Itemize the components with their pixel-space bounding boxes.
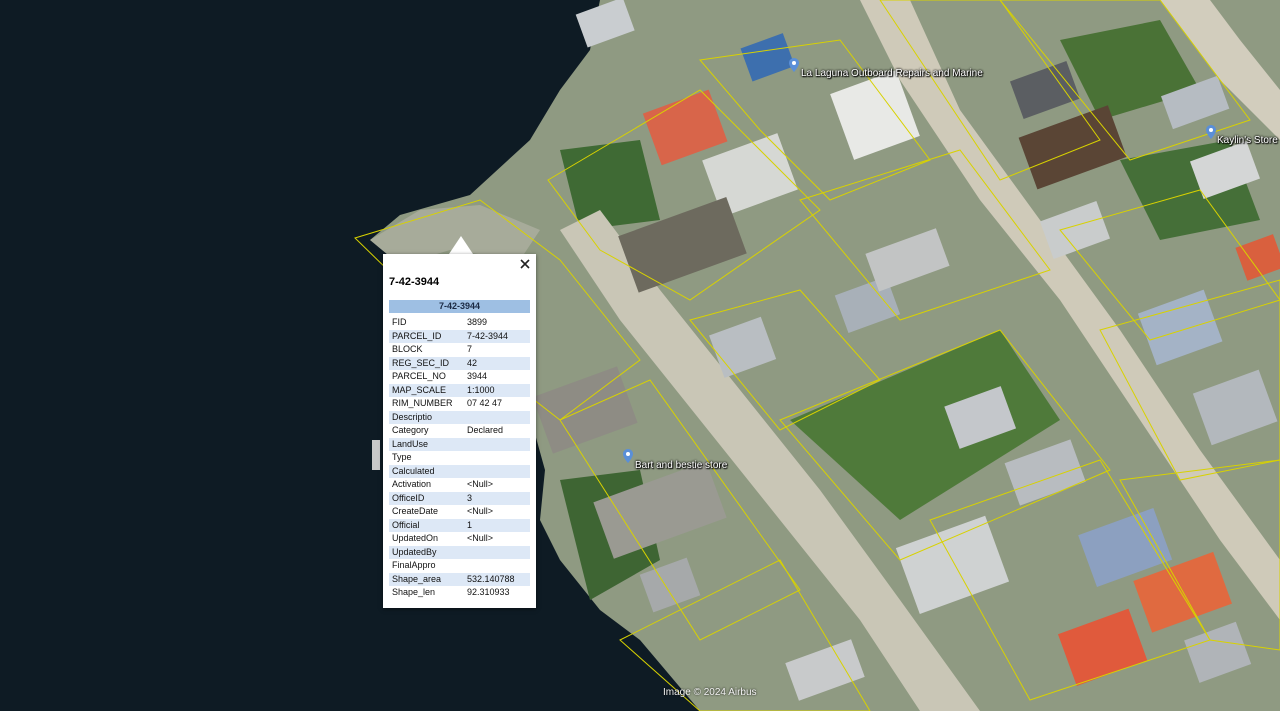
attribute-value: 3899 <box>467 317 488 327</box>
attribute-key: PARCEL_ID <box>389 329 464 343</box>
attribute-row: BLOCK 7 <box>389 343 530 357</box>
attribute-row: FinalAppro <box>389 559 530 573</box>
attribute-row: PARCEL_ID 7-42-3944 <box>389 329 530 343</box>
attribute-row: OfficeID 3 <box>389 491 530 505</box>
attribute-value: 7-42-3944 <box>464 329 530 343</box>
popup-pointer <box>449 236 473 254</box>
popup-title: 7-42-3944 <box>389 276 440 288</box>
attribute-key: OfficeID <box>389 491 464 505</box>
attribute-key: UpdatedBy <box>389 545 464 559</box>
attribute-value: <Null> <box>467 506 494 516</box>
attribute-key: RIM_NUMBER <box>392 398 453 408</box>
attribute-key: Official <box>389 518 464 532</box>
location-pin-icon[interactable] <box>623 449 633 463</box>
attribute-value: 92.310933 <box>467 587 510 597</box>
attribute-row: Type <box>389 451 530 465</box>
attribute-key: Activation <box>392 479 432 489</box>
satellite-map[interactable] <box>0 0 1280 711</box>
attribute-value: 3 <box>464 491 530 505</box>
attribute-row: Descriptio <box>389 410 530 424</box>
attribute-row: UpdatedOn <Null> <box>389 532 530 546</box>
attribute-row: CreateDate <Null> <box>389 505 530 519</box>
close-icon[interactable] <box>518 257 532 271</box>
attribute-key: MAP_SCALE <box>389 383 464 397</box>
popup-table-header: 7-42-3944 <box>389 300 530 313</box>
attribute-row: UpdatedBy <box>389 545 530 559</box>
attribute-value: 07 42 47 <box>467 398 503 408</box>
attribute-key: BLOCK <box>392 344 423 354</box>
attribute-value: 3944 <box>467 371 488 381</box>
attribute-value <box>464 451 530 465</box>
attribute-row: FID 3899 <box>389 316 530 330</box>
attribute-value: <Null> <box>467 479 494 489</box>
place-label-bart-and-bestie-store[interactable]: Bart and bestie store <box>635 460 727 471</box>
attribute-key: UpdatedOn <box>392 533 439 543</box>
attribute-row: Shape_area 532.140788 <box>389 572 530 586</box>
attribute-value <box>464 545 530 559</box>
attribute-key: FID <box>392 317 407 327</box>
location-pin-icon[interactable] <box>789 58 799 72</box>
attribute-key: Shape_area <box>389 572 464 586</box>
attribute-key: REG_SEC_ID <box>389 356 464 370</box>
attribute-value: 42 <box>464 356 530 370</box>
attribute-key: Category <box>392 425 429 435</box>
attribute-key: Shape_len <box>392 587 436 597</box>
attribute-row: Activation <Null> <box>389 478 530 492</box>
attribute-value: 1:1000 <box>464 383 530 397</box>
attribute-value <box>464 410 530 424</box>
attribute-value <box>464 464 530 478</box>
attribute-key: PARCEL_NO <box>392 371 446 381</box>
attribute-row: RIM_NUMBER 07 42 47 <box>389 397 530 411</box>
attribute-key: FinalAppro <box>392 560 436 570</box>
dock <box>372 440 380 470</box>
attribute-row: MAP_SCALE 1:1000 <box>389 383 530 397</box>
attribute-value: 7 <box>467 344 473 354</box>
attribute-row: Category Declared <box>389 424 530 438</box>
attribute-key: Calculated <box>389 464 464 478</box>
place-label-outboard-repairs[interactable]: La Laguna Outboard Repairs and Marine <box>801 68 983 79</box>
attribute-key: Descriptio <box>389 410 464 424</box>
place-label-kaylins-store[interactable]: Kaylin's Store <box>1217 135 1278 146</box>
attribute-row: Calculated <box>389 464 530 478</box>
attribute-row: Shape_len 92.310933 <box>389 586 530 600</box>
attribute-key: CreateDate <box>392 506 439 516</box>
attribute-key: Type <box>392 452 412 462</box>
attribute-value <box>464 559 530 573</box>
attribute-table: FID 3899 PARCEL_ID 7-42-3944 BLOCK 7 REG_SEC_I… <box>389 316 530 600</box>
attribute-value: Declared <box>467 425 504 435</box>
attribute-row: Official 1 <box>389 518 530 532</box>
attribute-row: PARCEL_NO 3944 <box>389 370 530 384</box>
attribute-value: 532.140788 <box>464 572 530 586</box>
parcel-info-popup: 7-42-3944 7-42-3944 FID 3899 PARCEL_ID 7-42… <box>383 254 536 608</box>
attribute-key: LandUse <box>389 437 464 451</box>
attribute-value: <Null> <box>467 533 494 543</box>
attribute-row: LandUse <box>389 437 530 451</box>
location-pin-icon[interactable] <box>1206 125 1216 139</box>
attribute-row: REG_SEC_ID 42 <box>389 356 530 370</box>
attribute-value <box>464 437 530 451</box>
map-attribution: Image © 2024 Airbus <box>663 687 757 698</box>
attribute-value: 1 <box>464 518 530 532</box>
